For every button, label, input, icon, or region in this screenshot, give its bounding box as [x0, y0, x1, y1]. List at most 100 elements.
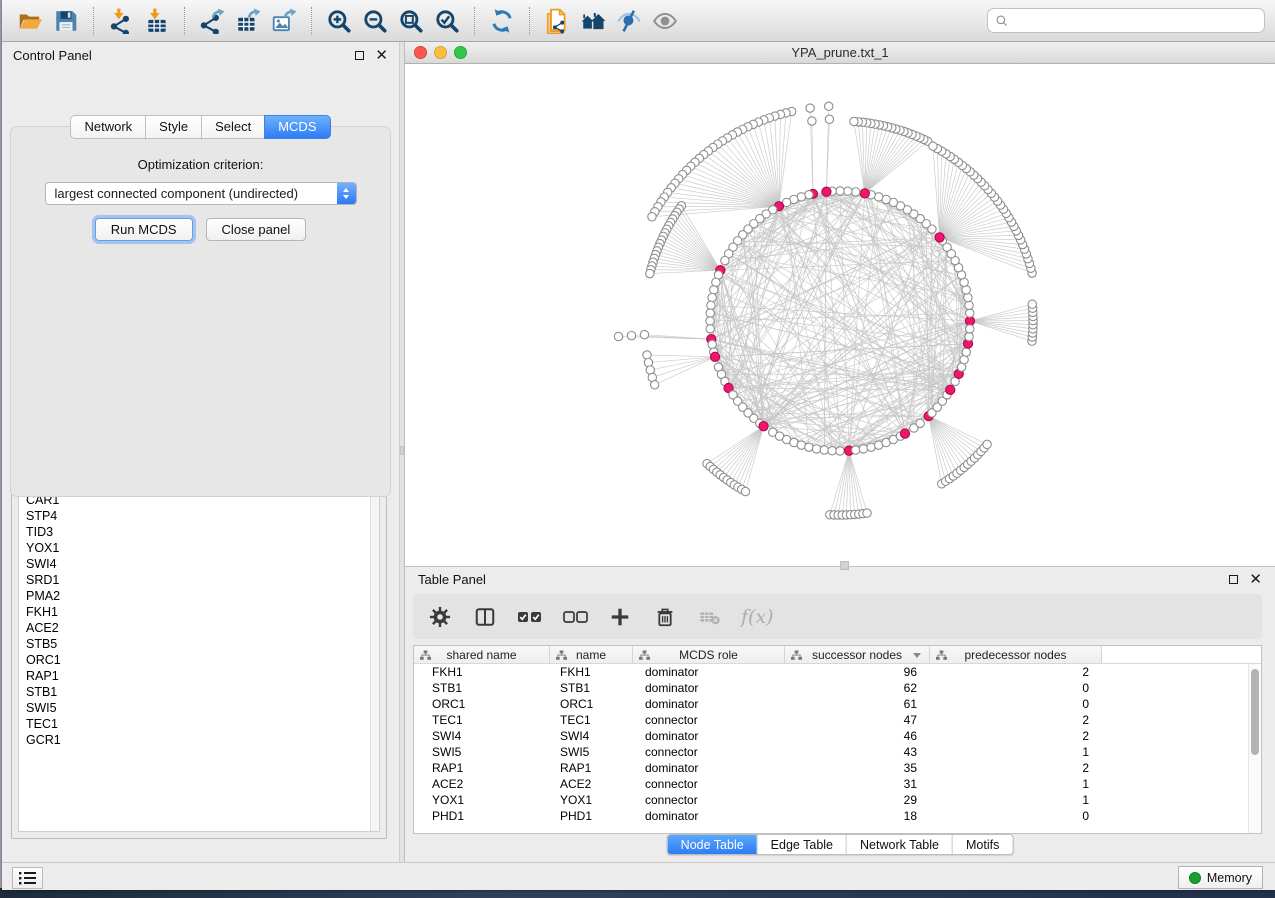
- tab-mcds[interactable]: MCDS: [264, 115, 330, 139]
- function-builder-button: f(x): [741, 606, 774, 628]
- table-row[interactable]: ACE2ACE2connector311: [414, 776, 1261, 792]
- mcds-result-item[interactable]: YOX1: [26, 540, 379, 556]
- mcds-result-item[interactable]: STB1: [26, 684, 379, 700]
- show-hidden-icon: [652, 8, 678, 34]
- tab-style[interactable]: Style: [145, 115, 202, 139]
- column-header-successor-nodes[interactable]: successor nodes: [785, 646, 930, 663]
- splitter-handle[interactable]: [400, 446, 404, 455]
- mcds-result-item[interactable]: ORC1: [26, 652, 379, 668]
- tab-node-table[interactable]: Node Table: [668, 835, 757, 854]
- table-row[interactable]: SWI5SWI5connector431: [414, 744, 1261, 760]
- network-canvas[interactable]: [405, 64, 1275, 566]
- save-session-button[interactable]: [48, 5, 84, 37]
- mcds-result-item[interactable]: TID3: [26, 524, 379, 540]
- tab-motifs[interactable]: Motifs: [952, 835, 1012, 854]
- close-panel-icon[interactable]: ✕: [375, 48, 388, 63]
- table-row[interactable]: FKH1FKH1dominator962: [414, 664, 1261, 680]
- tab-network-table[interactable]: Network Table: [846, 835, 952, 854]
- memory-button[interactable]: Memory: [1178, 866, 1263, 889]
- mcds-list-scrollbar[interactable]: [370, 473, 379, 831]
- hide-selected-button[interactable]: [611, 5, 647, 37]
- search-box[interactable]: [987, 8, 1265, 33]
- search-icon: [995, 14, 1009, 28]
- delete-row-button[interactable]: [651, 603, 679, 631]
- close-window-icon[interactable]: [414, 46, 427, 59]
- graph-node: [820, 446, 828, 454]
- open-session-button[interactable]: [12, 5, 48, 37]
- select-all-checks-button[interactable]: [516, 603, 544, 631]
- refresh-layout-button[interactable]: [484, 5, 520, 37]
- float-table-panel-icon[interactable]: [1229, 575, 1238, 584]
- cell: 2: [930, 761, 1102, 775]
- graph-node: [721, 256, 729, 264]
- import-table-button[interactable]: [139, 5, 175, 37]
- mcds-hub-node: [935, 233, 944, 242]
- mcds-result-item[interactable]: FKH1: [26, 604, 379, 620]
- column-header-MCDS-role[interactable]: MCDS role: [633, 646, 785, 663]
- zoom-in-button[interactable]: [321, 5, 357, 37]
- show-hidden-button[interactable]: [647, 5, 683, 37]
- horizontal-splitter-handle[interactable]: [840, 561, 849, 570]
- mcds-result-item[interactable]: SWI4: [26, 556, 379, 572]
- mcds-result-item[interactable]: SWI5: [26, 700, 379, 716]
- mcds-result-item[interactable]: SRD1: [26, 572, 379, 588]
- cell: ORC1: [414, 697, 550, 711]
- export-network-button[interactable]: [194, 5, 230, 37]
- table-row[interactable]: YOX1YOX1connector291: [414, 792, 1261, 808]
- import-network-button[interactable]: [103, 5, 139, 37]
- table-scrollbar[interactable]: [1248, 664, 1261, 833]
- zoom-out-button[interactable]: [357, 5, 393, 37]
- sort-descending-icon: [913, 653, 921, 658]
- toggle-columns-button[interactable]: [471, 603, 499, 631]
- tab-select[interactable]: Select: [201, 115, 265, 139]
- close-table-panel-icon[interactable]: ✕: [1249, 572, 1262, 587]
- graph-node: [805, 443, 813, 451]
- task-history-button[interactable]: [12, 867, 43, 889]
- table-row[interactable]: TEC1TEC1connector472: [414, 712, 1261, 728]
- network-from-selection-button[interactable]: [539, 5, 575, 37]
- mcds-result-item[interactable]: GCR1: [26, 732, 379, 748]
- run-mcds-button[interactable]: Run MCDS: [95, 218, 193, 241]
- table-settings-button[interactable]: [426, 603, 454, 631]
- mcds-result-item[interactable]: RAP1: [26, 668, 379, 684]
- cell: 62: [785, 681, 930, 695]
- table-row[interactable]: ORC1ORC1dominator610: [414, 696, 1261, 712]
- maximize-window-icon[interactable]: [454, 46, 467, 59]
- table-row[interactable]: SWI4SWI4dominator462: [414, 728, 1261, 744]
- cell: 47: [785, 713, 930, 727]
- export-image-button[interactable]: [266, 5, 302, 37]
- column-header-shared-name[interactable]: shared name: [414, 646, 550, 663]
- export-table-button[interactable]: [230, 5, 266, 37]
- add-row-button[interactable]: [606, 603, 634, 631]
- table-row[interactable]: RAP1RAP1dominator352: [414, 760, 1261, 776]
- network-view-titlebar[interactable]: YPA_prune.txt_1: [405, 42, 1275, 64]
- search-input[interactable]: [1014, 14, 1257, 28]
- zoom-in-icon: [326, 8, 352, 34]
- table-row[interactable]: PHD1PHD1dominator180: [414, 808, 1261, 824]
- zoom-selected-button[interactable]: [429, 5, 465, 37]
- table-body: FKH1FKH1dominator962STB1STB1dominator620…: [414, 664, 1261, 824]
- column-header-name[interactable]: name: [550, 646, 633, 663]
- mcds-result-item[interactable]: STP4: [26, 508, 379, 524]
- clear-all-checks-button[interactable]: [561, 603, 589, 631]
- close-panel-button[interactable]: Close panel: [206, 218, 307, 241]
- table-scrollbar-thumb[interactable]: [1251, 669, 1259, 755]
- mcds-result-item[interactable]: PMA2: [26, 588, 379, 604]
- first-neighbors-button[interactable]: [575, 5, 611, 37]
- zoom-fit-button[interactable]: [393, 5, 429, 37]
- column-header-predecessor-nodes[interactable]: predecessor nodes: [930, 646, 1102, 663]
- mcds-result-item[interactable]: ACE2: [26, 620, 379, 636]
- mcds-result-item[interactable]: STB5: [26, 636, 379, 652]
- graph-node: [964, 293, 972, 301]
- tab-edge-table[interactable]: Edge Table: [757, 835, 846, 854]
- float-panel-icon[interactable]: [355, 51, 364, 60]
- graph-node: [706, 325, 714, 333]
- graph-node: [966, 309, 974, 317]
- mcds-result-item[interactable]: TEC1: [26, 716, 379, 732]
- table-row[interactable]: STB1STB1dominator620: [414, 680, 1261, 696]
- tab-network[interactable]: Network: [70, 115, 146, 139]
- optimization-criterion-dropdown[interactable]: largest connected component (undirected): [45, 182, 357, 205]
- network-view-window: YPA_prune.txt_1: [405, 42, 1275, 566]
- minimize-window-icon[interactable]: [434, 46, 447, 59]
- dropdown-stepper-icon[interactable]: [337, 183, 356, 204]
